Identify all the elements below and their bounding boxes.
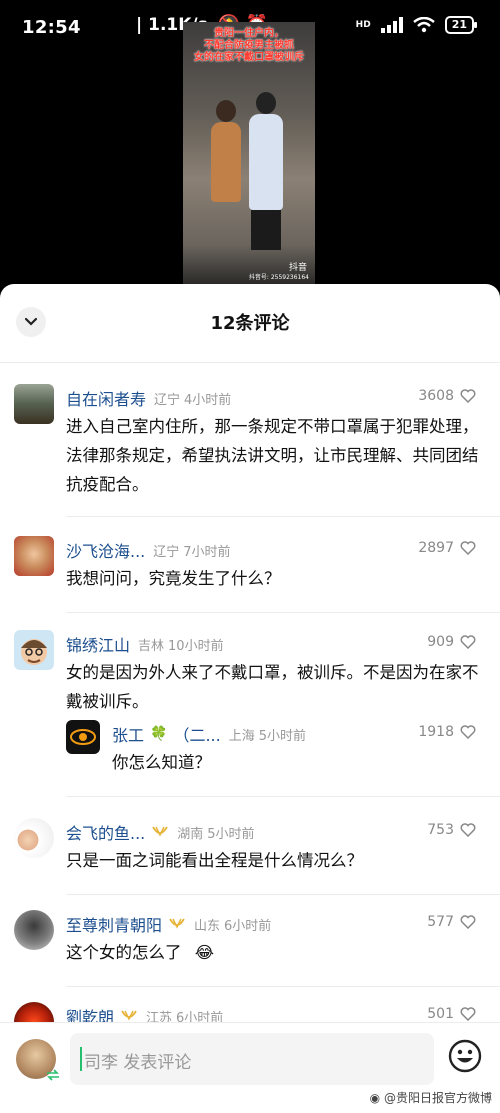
like-button[interactable]: 753 — [427, 822, 476, 838]
comment-meta: 锦绣江山 吉林 10小时前 — [66, 632, 224, 656]
avatar[interactable] — [14, 536, 54, 576]
comments-header: 12条评论 — [0, 284, 500, 363]
divider — [66, 986, 500, 987]
like-count: 3608 — [418, 388, 454, 404]
heart-icon — [460, 635, 476, 649]
battery-icon: 21 — [444, 16, 478, 34]
avatar[interactable] — [14, 818, 54, 858]
comment-region: 上海 — [228, 728, 255, 744]
status-time: 12:54 — [22, 17, 81, 38]
like-count: 501 — [427, 1006, 454, 1022]
comment-time: 7小时前 — [183, 544, 231, 560]
status-right: HD 21 — [355, 16, 478, 34]
comment-time: 4小时前 — [184, 392, 232, 408]
comment-text: 我想问问，究竟发生了什么？ — [66, 569, 281, 588]
comment-region: 山东 — [194, 918, 221, 934]
weibo-icon: ◉ — [369, 1091, 381, 1105]
comment-meta: 自在闲者寿 辽宁 4小时前 — [66, 386, 231, 410]
avatar[interactable] — [14, 630, 54, 670]
heart-icon — [460, 725, 476, 739]
emoji-icon[interactable] — [448, 1039, 482, 1073]
heart-icon — [460, 823, 476, 837]
comment-meta: 张工 🍀 （二... 上海 5小时前 — [112, 722, 306, 746]
divider — [66, 796, 500, 797]
wifi-icon — [412, 17, 435, 33]
divider — [66, 516, 500, 517]
comment-meta: 沙飞沧海... 辽宁 7小时前 — [66, 538, 231, 562]
video-officer — [249, 92, 283, 250]
comment-text: 你怎么知道？ — [112, 753, 211, 772]
comment-time: 6小时前 — [224, 918, 272, 934]
switch-account-icon[interactable] — [46, 1069, 60, 1081]
watermark-text: @贵阳日报官方微博 — [383, 1091, 492, 1105]
comment-input[interactable]: 司李 发表评论 — [70, 1033, 434, 1085]
hd-label: HD — [355, 20, 371, 30]
comment-text: 这个女的怎么了 😂 — [66, 938, 484, 967]
divider — [66, 894, 500, 895]
comment-author[interactable]: 张工 — [112, 722, 144, 746]
avatar[interactable] — [66, 720, 100, 754]
like-count: 1918 — [418, 724, 454, 740]
text-cursor — [80, 1047, 82, 1071]
like-button[interactable]: 909 — [427, 634, 476, 650]
cartoon-face-icon — [21, 639, 47, 665]
signal-icon — [380, 17, 403, 33]
weibo-watermark: ◉ @贵阳日报官方微博 — [370, 1089, 492, 1106]
laugh-cry-emoji-icon: 😂 — [194, 943, 215, 962]
tiktok-id: 抖音号: 2559236164 — [248, 274, 309, 281]
fan-badge-icon — [152, 826, 169, 837]
like-button[interactable]: 3608 — [418, 388, 476, 404]
video-preview[interactable]: 贵阳一住户内， 不配合防疫男主被抓 女的在家不戴口罩被训斥 抖音 抖音号: 25… — [183, 22, 315, 284]
heart-icon — [460, 541, 476, 555]
comment-text: 只是一面之词能看出全程是什么情况么？ — [66, 851, 363, 870]
avatar[interactable] — [14, 910, 54, 950]
like-button[interactable]: 577 — [427, 914, 476, 930]
comment-region: 辽宁 — [154, 392, 181, 408]
comment-author-suffix: （二... — [173, 726, 221, 745]
comment-time: 10小时前 — [168, 638, 224, 654]
comment-text: 女的是因为外人来了不戴口罩，被训斥。不是因为在家不戴被训斥。 — [66, 663, 479, 711]
comment-input-bar: 司李 发表评论 ◉ @贵阳日报官方微博 — [0, 1022, 500, 1113]
comment-meta: 会飞的鱼... 湖南 5小时前 — [66, 820, 255, 844]
eye-logo-icon — [70, 729, 96, 745]
divider — [66, 612, 500, 613]
video-caption: 贵阳一住户内， 不配合防疫男主被抓 女的在家不戴口罩被训斥 — [194, 28, 304, 63]
comment-count-title: 12条评论 — [210, 313, 290, 334]
comment-author[interactable]: 沙飞沧海... — [66, 538, 145, 562]
comment-region: 湖南 — [177, 826, 204, 842]
comment-input-placeholder: 司李 发表评论 — [84, 1053, 192, 1073]
comment-time: 5小时前 — [207, 826, 255, 842]
comment-time: 5小时前 — [258, 728, 307, 744]
comment-text: 进入自己室内住所，那一条规定不带口罩属于犯罪处理，法律那条规定，希望执法讲文明，… — [66, 417, 479, 494]
comment-sheet: 12条评论 自在闲者寿 辽宁 4小时前 3608 进入自己室内住所，那一条规定不… — [0, 284, 500, 1112]
clover-icon: 🍀 — [150, 726, 168, 742]
comment-region: 辽宁 — [153, 544, 180, 560]
like-count: 577 — [427, 914, 454, 930]
like-count: 753 — [427, 822, 454, 838]
heart-icon — [460, 389, 476, 403]
avatar[interactable] — [14, 384, 54, 424]
reply-item: 张工 🍀 （二... 上海 5小时前 1918 你怎么知道？ — [0, 720, 500, 790]
fan-badge-icon — [169, 918, 185, 929]
heart-icon — [460, 1007, 476, 1021]
heart-icon — [460, 915, 476, 929]
like-button[interactable]: 1918 — [418, 724, 476, 740]
comment-author[interactable]: 自在闲者寿 — [66, 386, 146, 410]
video-woman — [211, 100, 241, 202]
comment-author[interactable]: 至尊刺青朝阳 — [66, 912, 162, 936]
fan-badge-icon — [121, 1010, 137, 1021]
like-count: 909 — [427, 634, 454, 650]
comment-meta: 至尊刺青朝阳 山东 6小时前 — [66, 912, 271, 936]
comment-region: 吉林 — [138, 638, 165, 654]
like-button[interactable]: 2897 — [418, 540, 476, 556]
comment-author[interactable]: 会飞的鱼... — [66, 820, 145, 844]
comment-text-body: 这个女的怎么了 — [66, 943, 182, 962]
like-button[interactable]: 501 — [427, 1006, 476, 1022]
comment-author[interactable]: 锦绣江山 — [66, 632, 130, 656]
like-count: 2897 — [418, 540, 454, 556]
